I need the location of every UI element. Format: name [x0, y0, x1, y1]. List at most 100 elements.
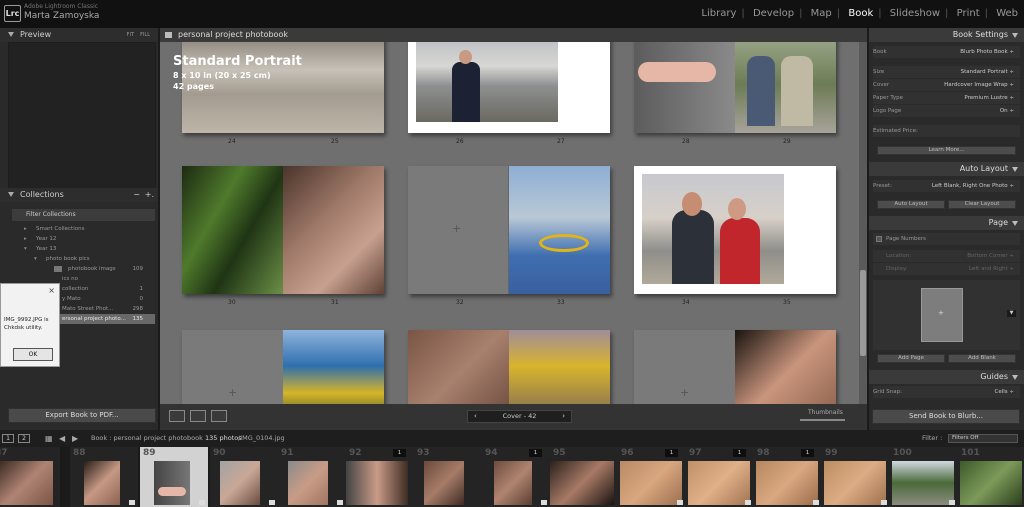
page-numbers-row[interactable]: Page Numbers: [873, 233, 1020, 245]
empty-page-32[interactable]: +: [408, 166, 509, 294]
filmstrip-thumb[interactable]: 90: [210, 447, 278, 507]
collections-panel-header[interactable]: Collections − +.: [0, 188, 158, 202]
filmstrip-thumb[interactable]: 92 1: [346, 447, 414, 507]
preview-fit-option[interactable]: FIT: [127, 28, 134, 42]
spread-36-37[interactable]: +: [182, 330, 384, 404]
filter-collections-input[interactable]: Filter Collections: [12, 209, 155, 221]
filmstrip-breadcrumb[interactable]: Book : personal project photobook: [91, 430, 203, 447]
location-setting-row[interactable]: Location: Bottom Corner ÷: [873, 250, 1020, 262]
photo-grass[interactable]: [182, 166, 283, 294]
module-map[interactable]: Map: [811, 8, 832, 19]
photo-arm-2[interactable]: [735, 330, 836, 404]
prev-page-button[interactable]: ‹: [474, 411, 477, 422]
collection-photobook-imags[interactable]: photobook imags 109: [12, 264, 155, 274]
filter-dropdown[interactable]: Filters Off: [948, 434, 1018, 443]
page-panel-header[interactable]: Page: [869, 216, 1024, 230]
collection-set-year13[interactable]: ▾ Year 13: [12, 244, 155, 254]
collection-set-year12[interactable]: ▸ Year 12: [12, 234, 155, 244]
display-setting-row[interactable]: Display: Left and Right ÷: [873, 263, 1020, 275]
book-setting-row[interactable]: Book Blurb Photo Book ÷: [873, 46, 1020, 58]
grid-snap-row[interactable]: Grid Snap: Cells ÷: [873, 386, 1020, 398]
filmstrip-thumb-selected[interactable]: 89: [140, 447, 208, 507]
filmstrip-thumb[interactable]: 101: [958, 447, 1024, 507]
remove-collection-button[interactable]: −: [133, 188, 140, 202]
secondary-window-button[interactable]: 2: [18, 434, 30, 443]
main-window-button[interactable]: 1: [2, 434, 14, 443]
spread-30-31[interactable]: [182, 166, 384, 294]
canvas-scrollbar[interactable]: [859, 42, 867, 404]
filmstrip-thumb[interactable]: 94 1: [482, 447, 550, 507]
dialog-ok-button[interactable]: OK: [13, 348, 53, 361]
photo-man-beach[interactable]: [416, 42, 558, 122]
photo-couple[interactable]: [642, 174, 784, 284]
module-develop[interactable]: Develop: [753, 8, 794, 19]
grid-view-icon[interactable]: ▦: [45, 430, 53, 447]
filmstrip-thumb[interactable]: 97 1: [686, 447, 754, 507]
back-arrow-icon[interactable]: ◀: [59, 430, 65, 447]
filmstrip-thumb[interactable]: 88: [70, 447, 138, 507]
add-photo-plus-icon[interactable]: +: [680, 386, 689, 399]
spread-view-button[interactable]: [190, 410, 206, 422]
preset-setting-row[interactable]: Preset: Left Blank, Right One Photo ÷: [873, 180, 1020, 192]
thumbnails-slider[interactable]: [800, 419, 845, 421]
add-photo-plus-icon[interactable]: +: [228, 386, 237, 399]
photo-arm[interactable]: [408, 330, 509, 404]
preview-fill-option[interactable]: FILL: [140, 28, 150, 42]
forward-arrow-icon[interactable]: ▶: [72, 430, 78, 447]
spread-28-29[interactable]: [634, 42, 836, 133]
filmstrip-thumb[interactable]: 93: [414, 447, 482, 507]
module-library[interactable]: Library: [701, 8, 736, 19]
scroll-thumb[interactable]: [860, 270, 866, 356]
preview-panel-header[interactable]: Preview FIT FILL: [0, 28, 158, 42]
module-book[interactable]: Book: [848, 8, 873, 19]
multi-page-view-button[interactable]: [169, 410, 185, 422]
spread-26-27[interactable]: [408, 42, 610, 133]
module-print[interactable]: Print: [957, 8, 980, 19]
photo-two-women[interactable]: [735, 42, 836, 133]
multi-page-view[interactable]: Standard Portrait 8 x 10 in (20 x 25 cm)…: [160, 42, 859, 404]
photo-hand[interactable]: [283, 166, 384, 294]
add-blank-button[interactable]: Add Blank: [948, 354, 1016, 363]
collection-set-photo-book-pics[interactable]: ▾ photo book pics: [12, 254, 155, 264]
spread-38-39[interactable]: [408, 330, 610, 404]
page-numbers-checkbox[interactable]: [876, 236, 882, 242]
empty-page-40[interactable]: +: [634, 330, 735, 404]
page-template-preview[interactable]: +: [921, 288, 963, 342]
paper-setting-row[interactable]: Paper Type Premium Lustre ÷: [873, 92, 1020, 104]
guides-header[interactable]: Guides: [869, 370, 1024, 384]
add-photo-plus-icon[interactable]: +: [452, 222, 461, 235]
auto-layout-button[interactable]: Auto Layout: [877, 200, 945, 209]
logo-setting-row[interactable]: Logo Page On ÷: [873, 105, 1020, 117]
send-book-to-blurb-button[interactable]: Send Book to Blurb...: [872, 409, 1020, 424]
book-settings-header[interactable]: Book Settings: [869, 28, 1024, 42]
filmstrip-thumb[interactable]: 98 1: [754, 447, 822, 507]
cover-setting-row[interactable]: Cover Hardcover Image Wrap ÷: [873, 79, 1020, 91]
empty-page-36[interactable]: +: [182, 330, 283, 404]
next-page-button[interactable]: ›: [562, 411, 565, 422]
collection-set-smart[interactable]: ▸ Smart Collections: [12, 224, 155, 234]
filmstrip-thumb[interactable]: 95: [550, 447, 618, 507]
module-slideshow[interactable]: Slideshow: [890, 8, 940, 19]
template-picker-icon[interactable]: ▼: [1007, 310, 1016, 317]
filmstrip-thumb[interactable]: 99: [822, 447, 890, 507]
dialog-close-icon[interactable]: ×: [48, 286, 55, 295]
spread-34-35[interactable]: [634, 166, 836, 294]
learn-more-button[interactable]: Learn More...: [877, 146, 1016, 155]
photo-playground[interactable]: [509, 166, 610, 294]
add-page-button[interactable]: Add Page: [877, 354, 945, 363]
filmstrip-thumb[interactable]: 91: [278, 447, 346, 507]
auto-layout-header[interactable]: Auto Layout: [869, 162, 1024, 176]
clear-layout-button[interactable]: Clear Layout: [948, 200, 1016, 209]
size-setting-row[interactable]: Size Standard Portrait ÷: [873, 66, 1020, 78]
photo-finger[interactable]: [634, 42, 735, 133]
filmstrip-thumb[interactable]: 96 1: [618, 447, 686, 507]
single-page-view-button[interactable]: [211, 410, 227, 422]
filmstrip-thumb[interactable]: 87: [0, 447, 60, 507]
photo-swing[interactable]: [509, 330, 610, 404]
add-collection-button[interactable]: +.: [145, 188, 154, 202]
photo-playground-2[interactable]: [283, 330, 384, 404]
spread-32-33[interactable]: +: [408, 166, 610, 294]
spread-40-41[interactable]: +: [634, 330, 836, 404]
filmstrip-thumb[interactable]: 100: [890, 447, 958, 507]
module-web[interactable]: Web: [996, 8, 1018, 19]
